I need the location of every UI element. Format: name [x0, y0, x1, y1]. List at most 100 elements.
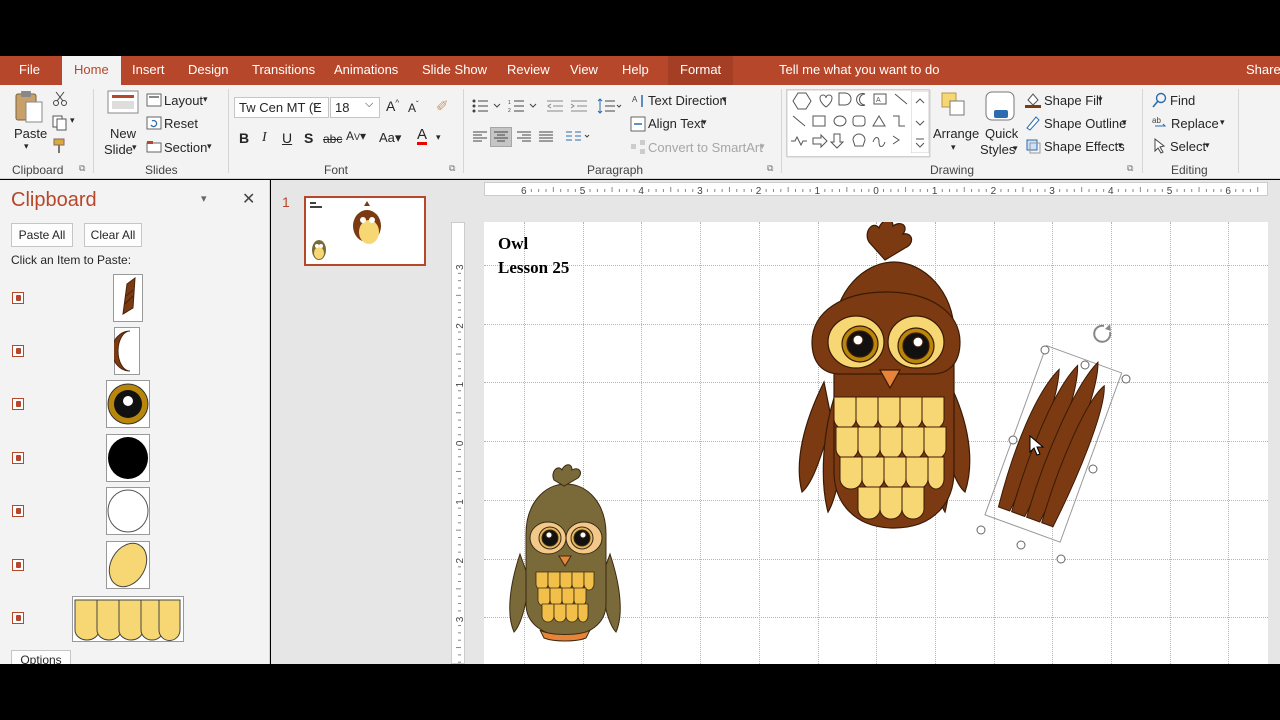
quick-styles-label-2[interactable]: Styles	[980, 142, 1015, 157]
align-center-icon	[494, 131, 508, 142]
align-center-button[interactable]	[490, 127, 512, 147]
tab-design[interactable]: Design	[188, 56, 228, 85]
shape-effects-button[interactable]: Shape Effects	[1044, 139, 1125, 154]
paste-button[interactable]: Paste	[14, 126, 47, 141]
replace-button[interactable]: Replace	[1171, 116, 1219, 131]
section-dropdown-icon[interactable]: ▾	[207, 141, 212, 152]
drawing-launcher-icon[interactable]: ⧉	[1127, 163, 1133, 174]
new-slide-label-2[interactable]: Slide	[104, 142, 133, 157]
paste-dropdown-icon[interactable]: ▾	[24, 141, 29, 152]
text-direction-dropdown-icon[interactable]: ▾	[722, 94, 727, 105]
clipboard-item[interactable]	[10, 274, 260, 324]
new-slide-button[interactable]: New	[110, 126, 136, 141]
quick-styles-dropdown-icon[interactable]: ▾	[1013, 143, 1018, 154]
layout-dropdown-icon[interactable]: ▾	[203, 94, 208, 105]
gallery-scroll-icon[interactable]	[911, 91, 929, 153]
shape-outline-dropdown-icon[interactable]: ▾	[1122, 117, 1127, 128]
clip-preview-wing	[113, 274, 143, 322]
justify-icon[interactable]	[538, 130, 554, 144]
format-painter-icon[interactable]	[52, 138, 68, 154]
tab-review[interactable]: Review	[507, 56, 550, 85]
font-size-dropdown-icon[interactable]: ⌵	[365, 98, 373, 111]
clipboard-item[interactable]	[10, 487, 260, 537]
align-text-dropdown-icon[interactable]: ▾	[702, 117, 707, 128]
shape-outline-button[interactable]: Shape Outline	[1044, 116, 1126, 131]
layout-button[interactable]: Layout	[164, 93, 203, 108]
change-case-icon[interactable]: Aa▾	[379, 130, 401, 146]
shape-effects-dropdown-icon[interactable]: ▾	[1118, 140, 1123, 151]
copy-icon[interactable]	[52, 115, 68, 131]
pane-options-dropdown-icon[interactable]: ▾	[201, 192, 207, 205]
strikethrough-icon[interactable]: abc	[323, 132, 342, 146]
tell-me-search[interactable]: Tell me what you want to do	[779, 56, 939, 85]
clipboard-item[interactable]	[10, 594, 260, 644]
clear-all-button[interactable]: Clear All	[84, 223, 142, 247]
slide-title-line1[interactable]: Owl	[498, 234, 528, 254]
underline-icon[interactable]: U	[282, 130, 292, 146]
ruler-label: 6	[521, 186, 527, 197]
slide-thumbnail[interactable]	[304, 196, 426, 266]
arrange-button[interactable]: Arrange	[933, 126, 979, 141]
shadow-icon[interactable]: S	[304, 130, 313, 146]
grid-line-v	[641, 222, 642, 664]
columns-icon[interactable]	[565, 130, 593, 144]
paragraph-launcher-icon[interactable]: ⧉	[767, 163, 773, 174]
arrange-dropdown-icon[interactable]: ▾	[951, 142, 956, 153]
clipboard-item[interactable]	[10, 541, 260, 591]
clipboard-item[interactable]	[10, 380, 260, 430]
reset-button[interactable]: Reset	[164, 116, 198, 131]
quick-styles-button[interactable]: Quick	[985, 126, 1018, 141]
tab-slide-show[interactable]: Slide Show	[422, 56, 487, 85]
big-owl-drawing[interactable]	[774, 222, 999, 542]
share-button[interactable]: Share	[1246, 56, 1280, 85]
clipboard-item[interactable]	[10, 327, 260, 377]
tab-file[interactable]: File	[19, 56, 40, 85]
convert-smartart-button[interactable]: Convert to SmartArt	[648, 140, 763, 155]
select-dropdown-icon[interactable]: ▾	[1205, 140, 1210, 151]
section-button[interactable]: Section	[164, 140, 207, 155]
italic-icon[interactable]: I	[262, 130, 267, 146]
close-icon[interactable]: ✕	[242, 189, 255, 209]
increase-indent-icon[interactable]	[570, 99, 588, 113]
scissors-icon[interactable]	[52, 91, 68, 107]
align-left-icon[interactable]	[472, 130, 488, 144]
shape-fill-button[interactable]: Shape Fill	[1044, 93, 1102, 108]
paste-all-button[interactable]: Paste All	[11, 223, 73, 247]
clipboard-launcher-icon[interactable]: ⧉	[79, 163, 85, 174]
tab-help[interactable]: Help	[622, 56, 649, 85]
decrease-font-icon[interactable]: Aˇ	[408, 100, 419, 115]
text-direction-button[interactable]: Text Direction	[648, 93, 727, 108]
line-spacing-icon[interactable]	[597, 97, 623, 115]
tab-view[interactable]: View	[570, 56, 598, 85]
tab-transitions[interactable]: Transitions	[252, 56, 315, 85]
smartart-dropdown-icon[interactable]: ▾	[760, 141, 765, 152]
small-owl-drawing[interactable]	[506, 464, 624, 644]
align-text-button[interactable]: Align Text	[648, 116, 704, 131]
tab-format[interactable]: Format	[668, 56, 734, 85]
find-button[interactable]: Find	[1170, 93, 1195, 108]
tab-home[interactable]: Home	[62, 56, 121, 85]
numbering-icon[interactable]: 12	[508, 99, 538, 113]
replace-dropdown-icon[interactable]: ▾	[1220, 117, 1225, 128]
clear-formatting-icon[interactable]: ✐	[436, 97, 449, 115]
copy-dropdown-icon[interactable]: ▾	[70, 115, 75, 126]
tab-animations[interactable]: Animations	[334, 56, 398, 85]
new-slide-dropdown-icon[interactable]: ▾	[132, 142, 137, 153]
bold-icon[interactable]: B	[239, 130, 249, 146]
tab-insert[interactable]: Insert	[132, 56, 165, 85]
decrease-indent-icon[interactable]	[546, 99, 564, 113]
shapes-gallery[interactable]: A	[786, 89, 931, 158]
character-spacing-icon[interactable]: AV▾	[346, 129, 366, 143]
select-button[interactable]: Select	[1170, 139, 1206, 154]
font-name-dropdown-icon[interactable]: ⌵	[312, 98, 320, 111]
font-color-icon[interactable]: A	[417, 127, 428, 145]
bullets-icon[interactable]	[472, 99, 502, 113]
clipboard-item[interactable]	[10, 434, 260, 484]
slide-title-line2[interactable]: Lesson 25	[498, 258, 569, 278]
font-color-dropdown-icon[interactable]: ▾	[436, 132, 441, 143]
align-right-icon[interactable]	[516, 130, 532, 144]
increase-font-icon[interactable]: A^	[386, 98, 399, 114]
font-launcher-icon[interactable]: ⧉	[449, 163, 455, 174]
selection-handles[interactable]	[974, 322, 1134, 572]
shape-fill-dropdown-icon[interactable]: ▾	[1098, 94, 1103, 105]
